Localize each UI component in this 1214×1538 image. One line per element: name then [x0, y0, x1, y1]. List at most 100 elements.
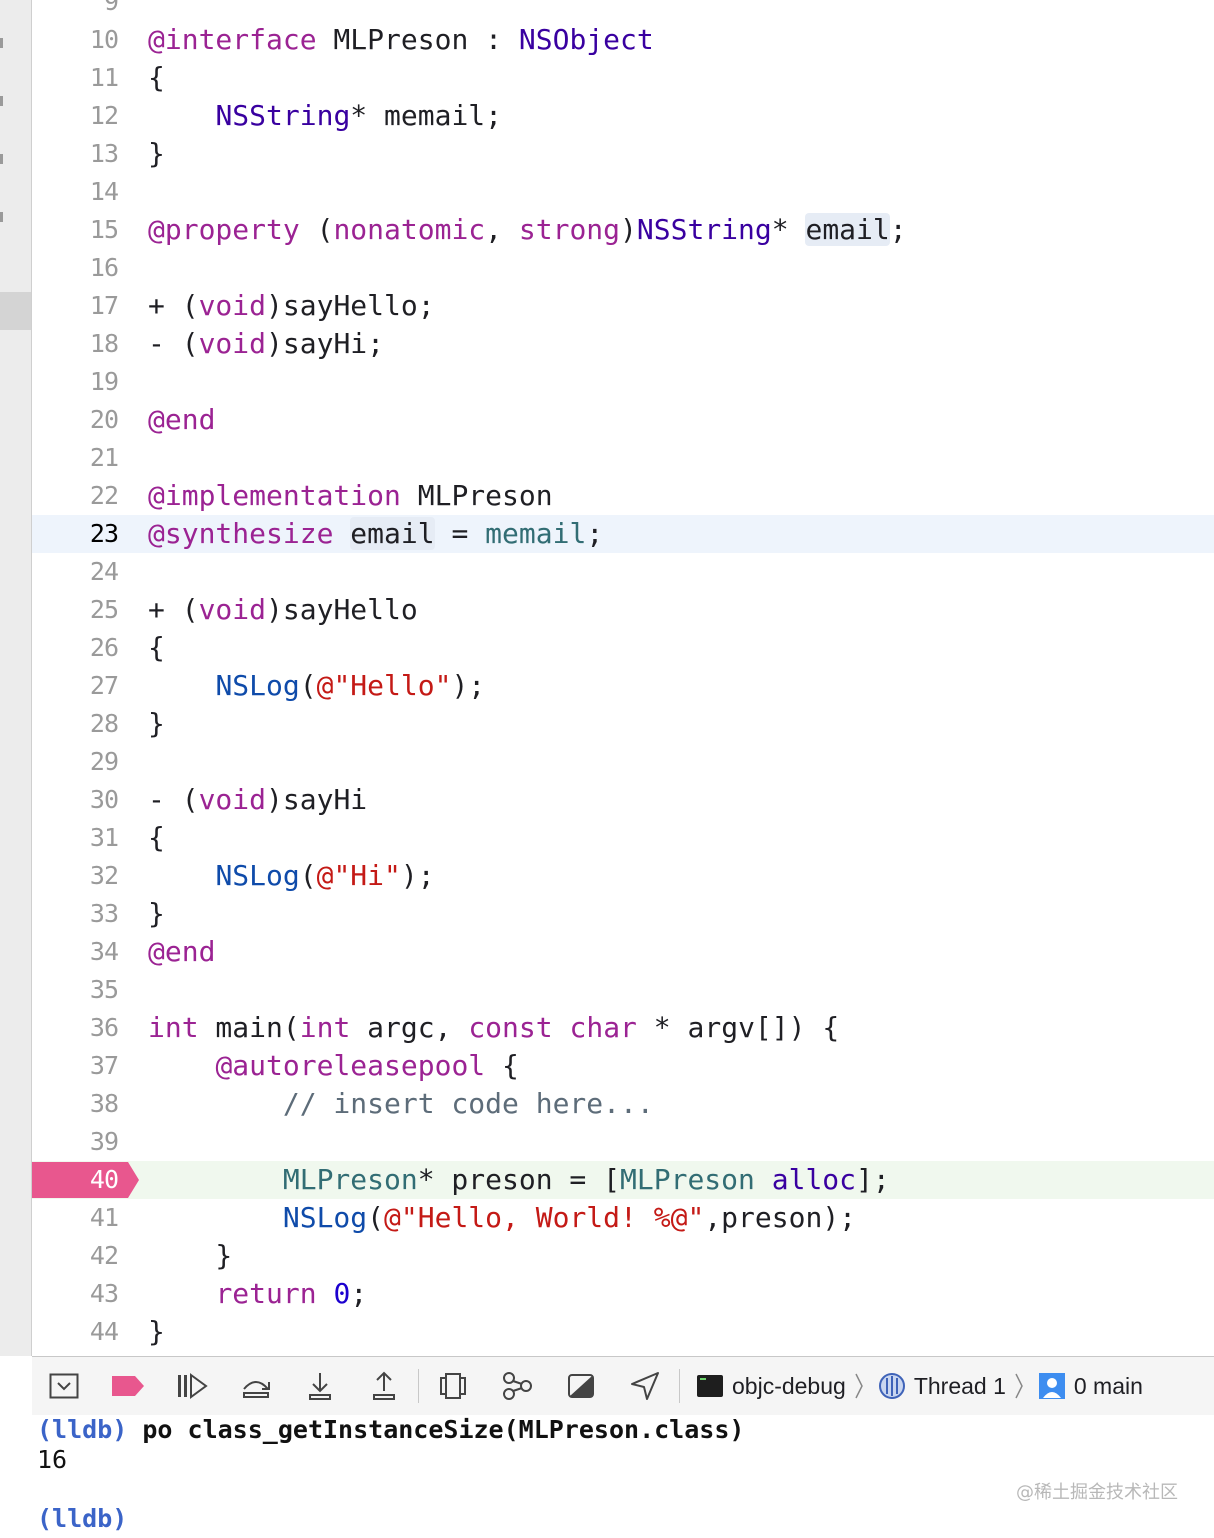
line-number[interactable]: 27: [32, 667, 119, 705]
scheme-name[interactable]: objc-debug: [732, 1373, 846, 1400]
code-line[interactable]: 21: [32, 439, 1214, 477]
line-number[interactable]: 30: [32, 781, 119, 819]
code-text[interactable]: NSLog(@"Hi");: [148, 857, 434, 895]
step-over-icon[interactable]: [224, 1357, 288, 1415]
view-hierarchy-icon[interactable]: [421, 1357, 485, 1415]
code-line[interactable]: 41 NSLog(@"Hello, World! %@",preson);: [32, 1199, 1214, 1237]
thread-name[interactable]: Thread 1: [914, 1373, 1006, 1400]
line-number[interactable]: 29: [32, 743, 119, 781]
line-number[interactable]: 11: [32, 59, 119, 97]
code-text[interactable]: int main(int argc, const char * argv[]) …: [148, 1009, 839, 1047]
line-number[interactable]: 37: [32, 1047, 119, 1085]
debug-console[interactable]: (lldb) po class_getInstanceSize(MLPreson…: [32, 1415, 1214, 1538]
code-line[interactable]: 22 @implementation MLPreson: [32, 477, 1214, 515]
code-line[interactable]: 43 return 0;: [32, 1275, 1214, 1313]
continue-icon[interactable]: [160, 1357, 224, 1415]
line-number[interactable]: 32: [32, 857, 119, 895]
line-number[interactable]: 20: [32, 401, 119, 439]
code-text[interactable]: return 0;: [148, 1275, 367, 1313]
code-text[interactable]: NSLog(@"Hello");: [148, 667, 485, 705]
line-number[interactable]: 9: [32, 0, 119, 21]
code-line[interactable]: 24: [32, 553, 1214, 591]
code-line[interactable]: 35: [32, 971, 1214, 1009]
code-text[interactable]: {: [148, 629, 165, 667]
code-text[interactable]: }: [148, 705, 165, 743]
code-line[interactable]: 36 int main(int argc, const char * argv[]…: [32, 1009, 1214, 1047]
line-number[interactable]: 39: [32, 1123, 119, 1161]
step-out-icon[interactable]: [352, 1357, 416, 1415]
line-number[interactable]: 31: [32, 819, 119, 857]
code-text[interactable]: + (void)sayHello: [148, 591, 418, 629]
code-line[interactable]: 42 }: [32, 1237, 1214, 1275]
simulate-location-icon[interactable]: [613, 1357, 677, 1415]
line-number[interactable]: 33: [32, 895, 119, 933]
line-number[interactable]: 43: [32, 1275, 119, 1313]
code-line[interactable]: 39: [32, 1123, 1214, 1161]
line-number[interactable]: 23: [32, 515, 119, 553]
line-number[interactable]: 24: [32, 553, 119, 591]
code-text[interactable]: }: [148, 135, 165, 173]
code-text[interactable]: @end: [148, 933, 215, 971]
code-text[interactable]: {: [148, 819, 165, 857]
line-number[interactable]: 22: [32, 477, 119, 515]
code-line[interactable]: 23 @synthesize email = memail;: [32, 515, 1214, 553]
code-line[interactable]: 40 MLPreson* preson = [MLPreson alloc];: [32, 1161, 1214, 1199]
line-number[interactable]: 38: [32, 1085, 119, 1123]
code-line[interactable]: 30 - (void)sayHi: [32, 781, 1214, 819]
code-line[interactable]: 37 @autoreleasepool {: [32, 1047, 1214, 1085]
line-number[interactable]: 15: [32, 211, 119, 249]
code-line[interactable]: 15 @property (nonatomic, strong)NSString*…: [32, 211, 1214, 249]
code-line[interactable]: 44}: [32, 1313, 1214, 1351]
breakpoint-marker[interactable]: 40: [32, 1161, 140, 1199]
code-line[interactable]: 27 NSLog(@"Hello");: [32, 667, 1214, 705]
code-line[interactable]: 32 NSLog(@"Hi");: [32, 857, 1214, 895]
code-line[interactable]: 19: [32, 363, 1214, 401]
code-text[interactable]: NSLog(@"Hello, World! %@",preson);: [148, 1199, 856, 1237]
line-number[interactable]: 42: [32, 1237, 119, 1275]
line-number[interactable]: 40: [32, 1161, 119, 1199]
hide-debug-area-icon[interactable]: [32, 1357, 96, 1415]
line-number[interactable]: 13: [32, 135, 119, 173]
code-text[interactable]: - (void)sayHi;: [148, 325, 384, 363]
code-line[interactable]: 29: [32, 743, 1214, 781]
code-text[interactable]: @implementation MLPreson: [148, 477, 553, 515]
code-line[interactable]: 12 NSString* memail;: [32, 97, 1214, 135]
code-text[interactable]: @synthesize email = memail;: [148, 515, 603, 553]
line-number[interactable]: 17: [32, 287, 119, 325]
line-number[interactable]: 28: [32, 705, 119, 743]
console-prompt-line[interactable]: (lldb): [37, 1504, 127, 1534]
code-text[interactable]: {: [148, 59, 165, 97]
code-line[interactable]: 38 // insert code here...: [32, 1085, 1214, 1123]
code-line[interactable]: 20 @end: [32, 401, 1214, 439]
code-text[interactable]: @autoreleasepool {: [148, 1047, 518, 1085]
code-text[interactable]: NSString* memail;: [148, 97, 502, 135]
code-text[interactable]: @end: [148, 401, 215, 439]
code-line[interactable]: 11 {: [32, 59, 1214, 97]
line-number[interactable]: 18: [32, 325, 119, 363]
code-text[interactable]: }: [148, 1313, 165, 1351]
code-line[interactable]: 25 + (void)sayHello: [32, 591, 1214, 629]
line-number[interactable]: 12: [32, 97, 119, 135]
source-editor[interactable]: 9 10 @interface MLPreson : NSObject 11 {12 N…: [32, 0, 1214, 1356]
line-number[interactable]: 25: [32, 591, 119, 629]
code-line[interactable]: 10 @interface MLPreson : NSObject: [32, 21, 1214, 59]
code-line[interactable]: 17 + (void)sayHello;: [32, 287, 1214, 325]
line-number[interactable]: 14: [32, 173, 119, 211]
line-number[interactable]: 26: [32, 629, 119, 667]
line-number[interactable]: 10: [32, 21, 119, 59]
code-text[interactable]: + (void)sayHello;: [148, 287, 435, 325]
memory-graph-icon[interactable]: [485, 1357, 549, 1415]
code-line[interactable]: 33}: [32, 895, 1214, 933]
code-text[interactable]: MLPreson* preson = [MLPreson alloc];: [148, 1161, 890, 1199]
code-line[interactable]: 13}: [32, 135, 1214, 173]
line-number[interactable]: 21: [32, 439, 119, 477]
line-number[interactable]: 34: [32, 933, 119, 971]
code-line[interactable]: 9: [32, 0, 1214, 21]
code-text[interactable]: @interface MLPreson : NSObject: [148, 21, 654, 59]
environment-overrides-icon[interactable]: [549, 1357, 613, 1415]
line-number[interactable]: 19: [32, 363, 119, 401]
step-into-icon[interactable]: [288, 1357, 352, 1415]
code-line[interactable]: 26 {: [32, 629, 1214, 667]
breakpoints-toggle-icon[interactable]: [96, 1357, 160, 1415]
code-line[interactable]: 34 @end: [32, 933, 1214, 971]
